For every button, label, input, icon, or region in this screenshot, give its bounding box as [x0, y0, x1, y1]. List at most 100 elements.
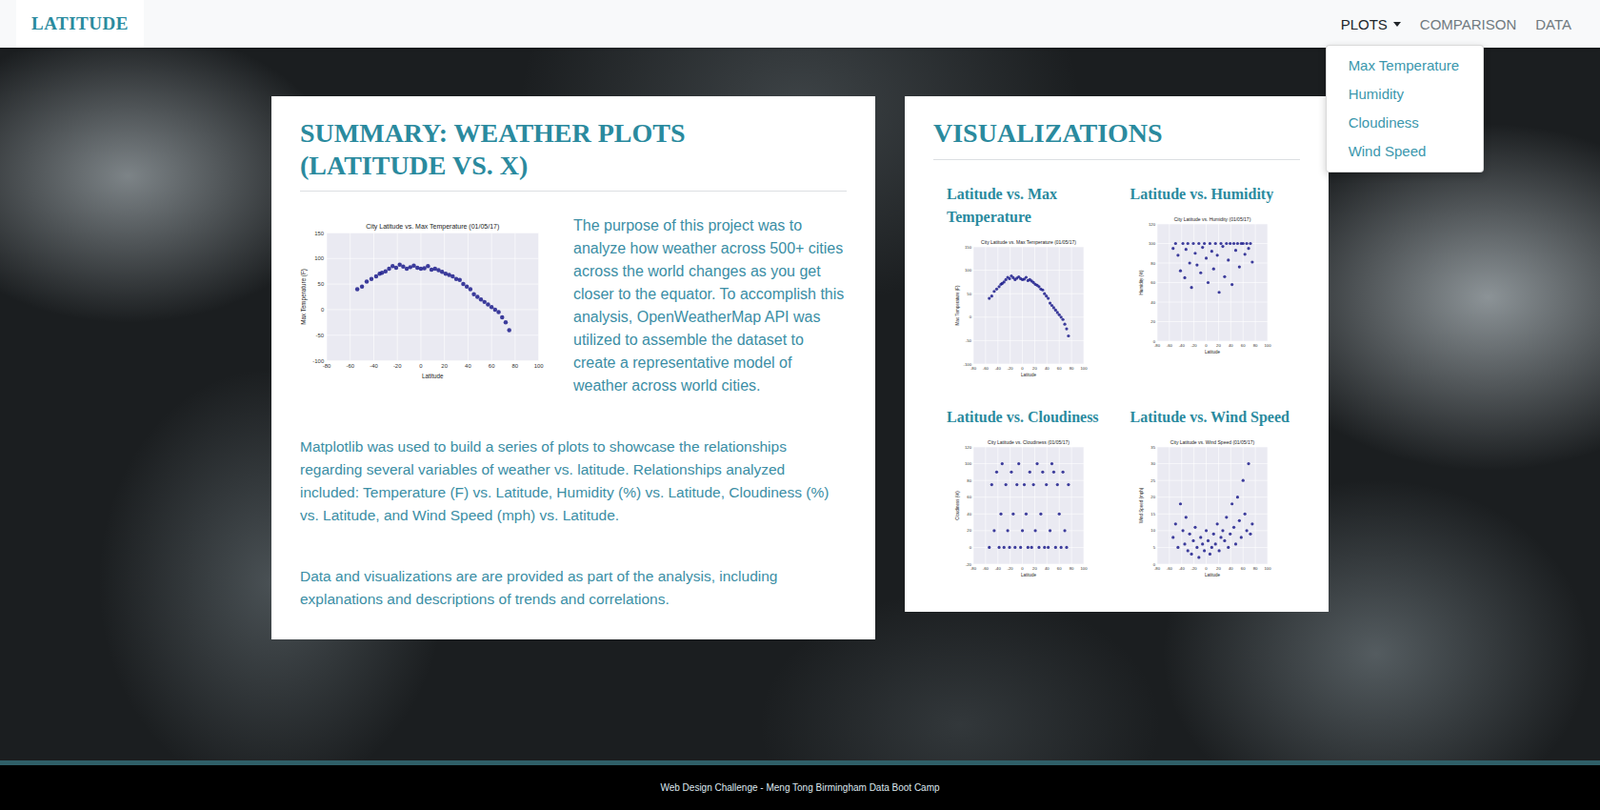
data-point: [1028, 469, 1032, 473]
data-point: [489, 304, 494, 309]
data-point: [1222, 274, 1226, 278]
grid-line: [1180, 446, 1182, 564]
data-point: [1224, 240, 1228, 244]
visualization-item[interactable]: Latitude vs. Wind Speed-80-60-40-2002040…: [1117, 405, 1301, 583]
data-point: [1011, 511, 1015, 515]
y-tick: 35: [1150, 443, 1156, 449]
data-point: [1064, 544, 1068, 548]
data-point: [1176, 253, 1180, 257]
data-point: [1176, 544, 1180, 548]
nav-label: DATA: [1535, 16, 1572, 33]
x-tick: 60: [488, 362, 496, 369]
summary-card: SUMMARY: WEATHER PLOTS (LATITUDE VS. X)-…: [271, 96, 876, 640]
x-tick: -40: [995, 364, 1002, 370]
grid-line: [514, 233, 516, 361]
plot-title: City Latitude vs. Cloudiness (01/05/17): [987, 438, 1070, 444]
data-point: [1035, 461, 1039, 465]
dropdown-item[interactable]: Humidity: [1326, 80, 1483, 109]
visualization-item[interactable]: Latitude vs. Humidity-80-60-40-200204060…: [1117, 182, 1301, 383]
visualization-item[interactable]: Latitude vs. Cloudiness-80-60-40-2002040…: [933, 405, 1118, 583]
data-point: [425, 263, 430, 268]
dropdown-item[interactable]: Max Temperature: [1326, 51, 1483, 80]
data-point: [1037, 544, 1040, 548]
x-tick: 80: [1252, 341, 1258, 347]
nav-link[interactable]: COMPARISON: [1412, 0, 1524, 48]
data-point: [1250, 260, 1254, 263]
data-point: [1199, 270, 1202, 274]
plot-title: City Latitude vs. Max Temperature (01/05…: [365, 222, 500, 231]
data-point: [369, 277, 374, 281]
data-point: [1062, 528, 1066, 532]
y-label: Max Temperature (F): [955, 284, 960, 325]
grid-line: [326, 258, 540, 260]
x-tick: 0: [1204, 341, 1208, 347]
data-point: [1183, 515, 1187, 519]
data-point: [1019, 544, 1022, 548]
grid-line: [1205, 446, 1207, 564]
nav-label: PLOTS: [1340, 16, 1388, 33]
y-tick: -50: [965, 337, 973, 342]
data-point: [460, 281, 465, 286]
visualization-item[interactable]: Latitude vs. Max Temperature-80-60-40-20…: [933, 182, 1118, 383]
data-point: [1250, 521, 1254, 525]
y-tick: 150: [314, 230, 325, 237]
grid-line: [973, 362, 1084, 364]
data-point: [1207, 240, 1211, 244]
grid-line: [1046, 246, 1048, 364]
data-point: [374, 274, 379, 279]
x-tick: 100: [1263, 341, 1272, 347]
data-point: [364, 279, 369, 283]
grid-line: [538, 233, 540, 361]
nav-link[interactable]: PLOTSMax TemperatureHumidityCloudinessWi…: [1333, 0, 1409, 48]
data-point: [1033, 528, 1037, 532]
x-tick: -40: [369, 362, 379, 369]
data-point: [1215, 521, 1219, 525]
x-tick: 80: [1069, 564, 1075, 570]
grid-line: [1034, 246, 1036, 364]
data-point: [1240, 478, 1244, 481]
data-point: [1211, 531, 1215, 535]
data-point: [1228, 531, 1232, 535]
x-tick: 80: [512, 362, 520, 369]
x-label: Latitude: [1020, 372, 1038, 378]
data-point: [1054, 544, 1058, 548]
x-tick: 80: [1252, 564, 1258, 570]
y-tick: 120: [964, 443, 973, 449]
x-label: Latitude: [421, 372, 444, 380]
dropdown-item[interactable]: Wind Speed: [1326, 137, 1483, 166]
grid-line: [1021, 446, 1023, 564]
data-point: [1231, 524, 1235, 528]
x-tick: -60: [1165, 564, 1173, 570]
data-point: [1219, 240, 1222, 244]
data-point: [1240, 240, 1244, 244]
data-point: [1209, 544, 1213, 548]
summary-paragraph: The purpose of this project was to analy…: [573, 214, 847, 398]
plot-area: [326, 233, 540, 361]
data-point: [1231, 240, 1235, 244]
data-point: [995, 286, 999, 290]
grid-line: [1193, 446, 1195, 564]
nav-link[interactable]: DATA: [1527, 0, 1580, 48]
grid-line: [973, 316, 1084, 318]
x-tick: 40: [1044, 564, 1050, 570]
data-point: [1197, 555, 1200, 559]
x-tick: -40: [995, 564, 1002, 570]
data-point: [1228, 240, 1232, 244]
data-point: [1202, 548, 1206, 552]
dropdown-item[interactable]: Cloudiness: [1326, 108, 1483, 138]
nav-label: COMPARISON: [1420, 16, 1517, 33]
data-point: [1193, 251, 1197, 255]
data-point: [458, 278, 462, 282]
data-point: [1005, 528, 1009, 532]
data-point: [1211, 266, 1215, 270]
data-point: [1220, 244, 1224, 248]
visualization-thumbnail: -80-60-40-20020406080100-100-50050100150…: [946, 236, 1114, 383]
data-point: [1180, 240, 1184, 244]
brand-logo[interactable]: LATITUDE: [16, 0, 144, 48]
grid-line: [1157, 222, 1268, 224]
data-point: [1235, 240, 1239, 244]
plot-area: [1157, 446, 1268, 564]
x-tick: -60: [982, 364, 990, 370]
data-point: [1191, 538, 1195, 541]
footer: Web Design Challenge - Meng Tong Birming…: [0, 760, 1600, 810]
